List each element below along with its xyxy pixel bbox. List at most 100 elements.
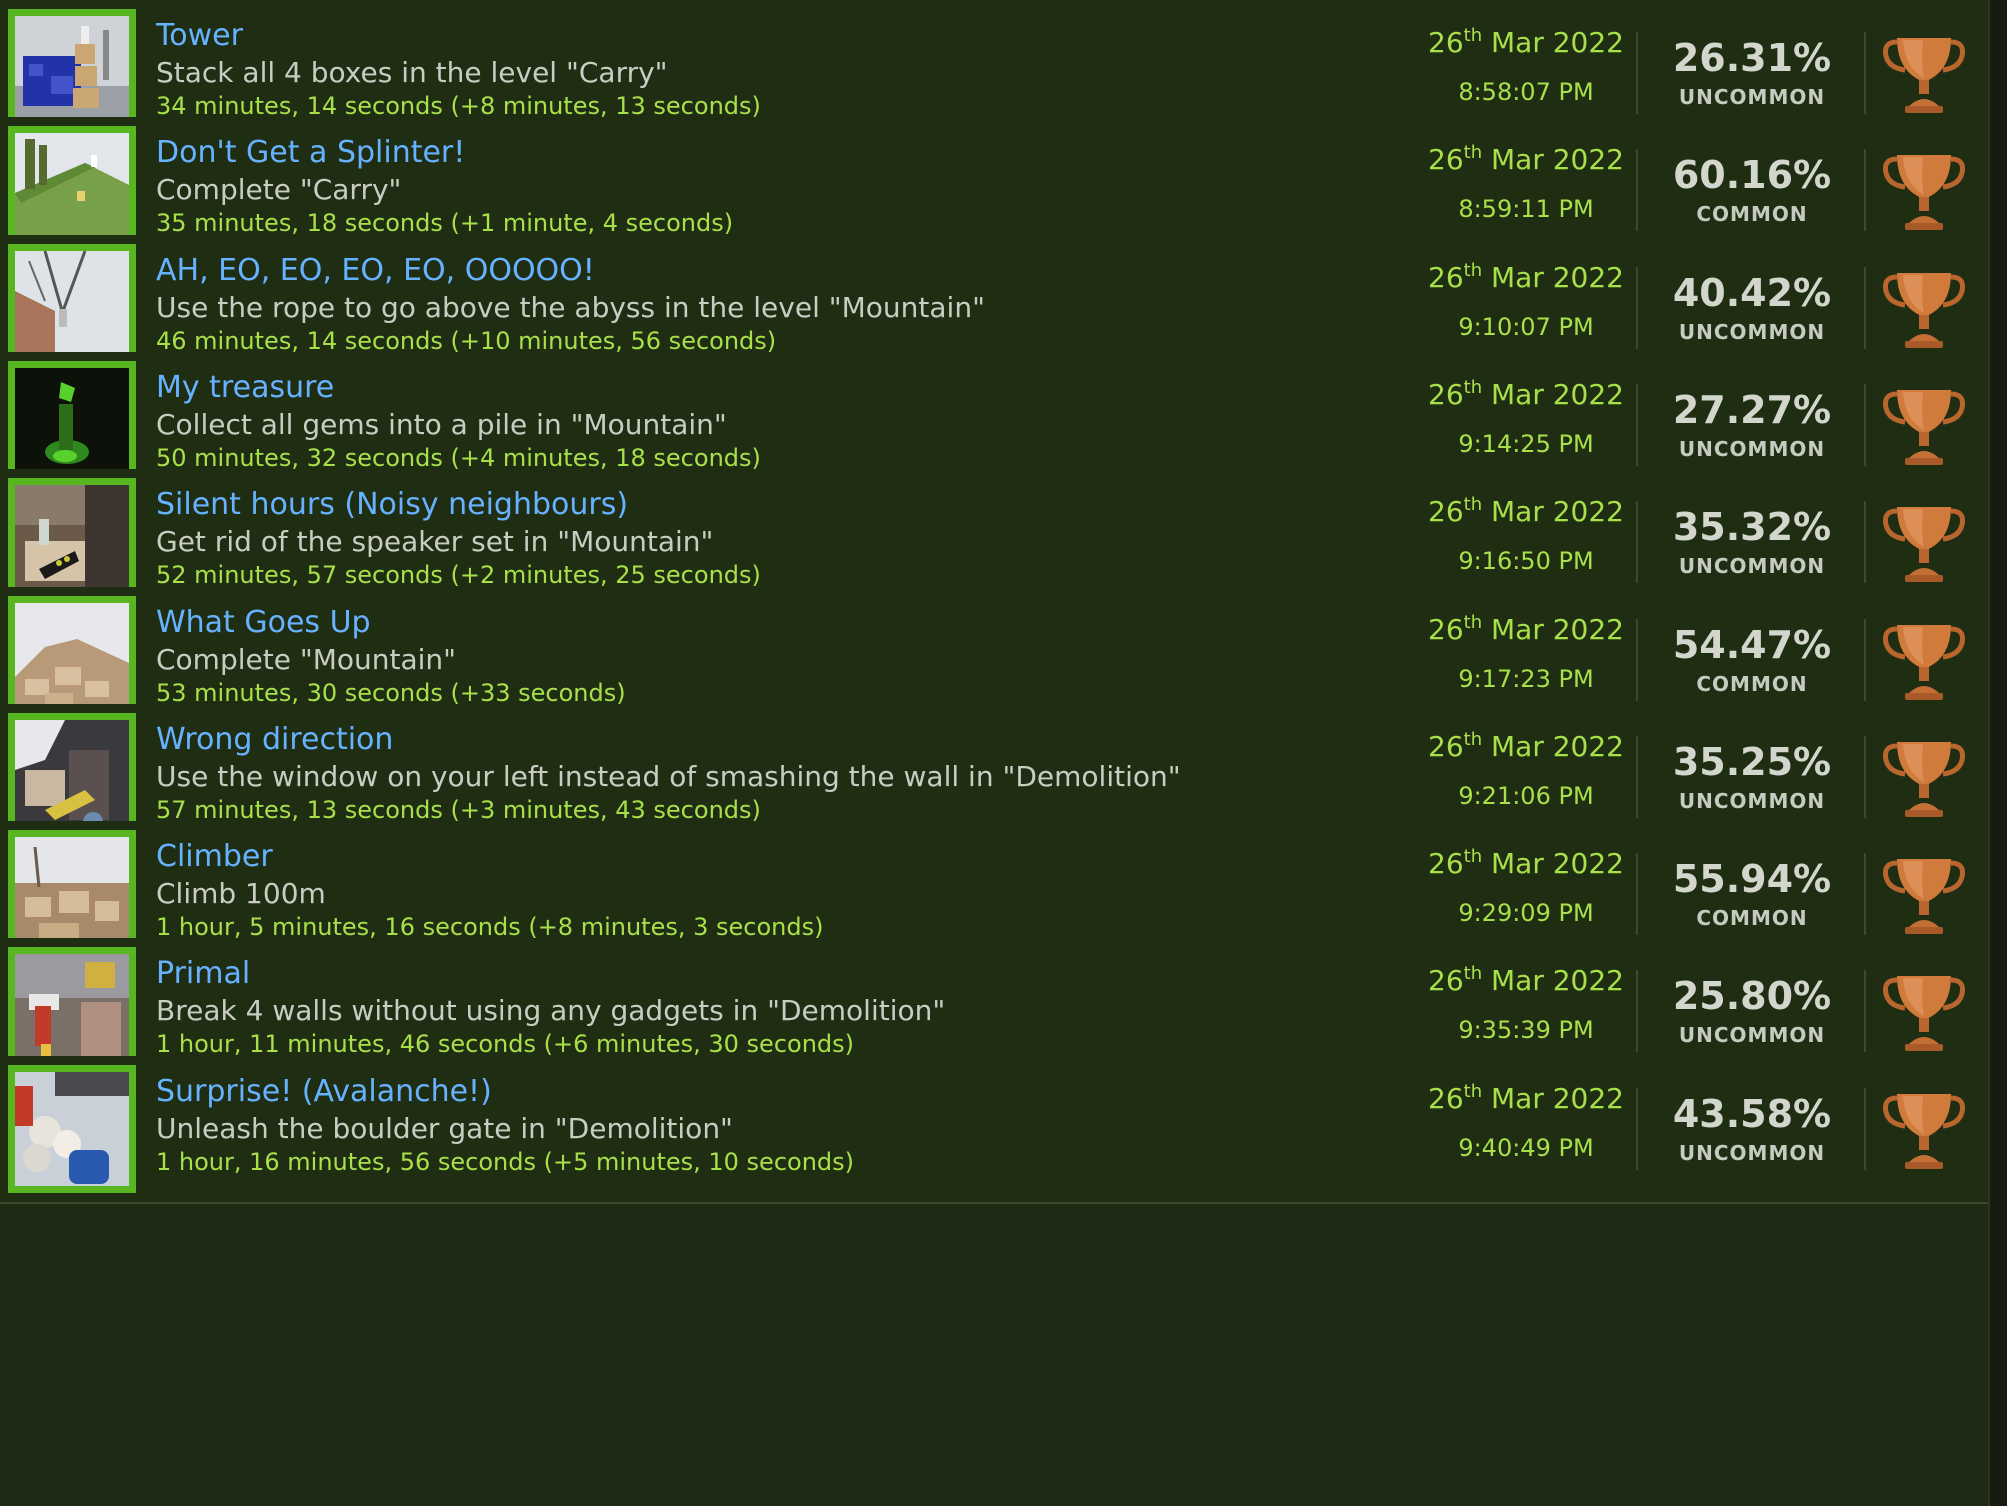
unlock-month-year: Mar 2022 xyxy=(1482,1082,1624,1115)
rarity-label: UNCOMMON xyxy=(1678,1023,1826,1047)
unlock-month-year: Mar 2022 xyxy=(1482,613,1624,646)
achievement-description: Climb 100m xyxy=(156,877,326,910)
unlock-day: 26 xyxy=(1428,143,1464,176)
achievement-list: Tower Stack all 4 boxes in the level "Car… xyxy=(0,0,1988,1506)
achievement-title[interactable]: Climber xyxy=(156,839,273,874)
divider xyxy=(1636,970,1638,1052)
achievement-description: Unleash the boulder gate in "Demolition" xyxy=(156,1112,733,1145)
achievement-title[interactable]: Silent hours (Noisy neighbours) xyxy=(156,487,628,522)
divider xyxy=(1864,149,1866,231)
unlock-date: 26th Mar 2022 xyxy=(1408,1082,1644,1115)
achievement-playtime: 1 hour, 5 minutes, 16 seconds (+8 minute… xyxy=(156,913,824,941)
unlock-time: 9:17:23 PM xyxy=(1458,665,1594,693)
unlock-day: 26 xyxy=(1428,847,1464,880)
divider xyxy=(1864,32,1866,114)
divider xyxy=(1864,1088,1866,1170)
bronze-trophy-icon xyxy=(1883,38,1965,113)
unlock-date: 26th Mar 2022 xyxy=(1408,847,1644,880)
achievement-title[interactable]: AH, EO, EO, EO, EO, OOOOO! xyxy=(156,253,595,288)
achievement-row[interactable]: Surprise! (Avalanche!) Unleash the boulde… xyxy=(0,1056,1988,1204)
unlock-date: 26th Mar 2022 xyxy=(1408,261,1644,294)
achievement-title[interactable]: Wrong direction xyxy=(156,722,393,757)
unlock-date: 26th Mar 2022 xyxy=(1408,495,1644,528)
unlock-day: 26 xyxy=(1428,964,1464,997)
divider xyxy=(1636,149,1638,231)
achievement-description: Use the window on your left instead of s… xyxy=(156,760,1181,793)
unlock-day: 26 xyxy=(1428,613,1464,646)
bronze-trophy-icon xyxy=(1883,390,1965,465)
divider xyxy=(1864,970,1866,1052)
achievement-playtime: 57 minutes, 13 seconds (+3 minutes, 43 s… xyxy=(156,796,761,824)
unlock-month-year: Mar 2022 xyxy=(1482,261,1624,294)
unlock-date: 26th Mar 2022 xyxy=(1408,730,1644,763)
divider xyxy=(1864,267,1866,349)
rarity-label: UNCOMMON xyxy=(1678,554,1826,578)
unlock-day-suffix: th xyxy=(1463,612,1483,633)
unlock-day-suffix: th xyxy=(1463,729,1483,750)
bronze-trophy-icon xyxy=(1883,1094,1965,1169)
bronze-trophy-icon xyxy=(1883,742,1965,817)
unlock-time: 9:29:09 PM xyxy=(1458,899,1594,927)
unlock-day-suffix: th xyxy=(1463,25,1483,46)
achievement-description: Get rid of the speaker set in "Mountain" xyxy=(156,525,714,558)
achievement-description: Stack all 4 boxes in the level "Carry" xyxy=(156,56,668,89)
divider xyxy=(1636,853,1638,935)
unlock-date: 26th Mar 2022 xyxy=(1408,143,1644,176)
unlock-date: 26th Mar 2022 xyxy=(1408,26,1644,59)
achievement-playtime: 1 hour, 11 minutes, 46 seconds (+6 minut… xyxy=(156,1030,855,1058)
unlock-time: 9:35:39 PM xyxy=(1458,1016,1594,1044)
rarity-label: UNCOMMON xyxy=(1678,437,1826,461)
unlock-date: 26th Mar 2022 xyxy=(1408,964,1644,997)
unlock-month-year: Mar 2022 xyxy=(1482,730,1624,763)
divider xyxy=(1864,619,1866,701)
achievement-playtime: 46 minutes, 14 seconds (+10 minutes, 56 … xyxy=(156,327,777,355)
rarity-label: UNCOMMON xyxy=(1678,1141,1826,1165)
unlock-day-suffix: th xyxy=(1463,963,1483,984)
divider xyxy=(1636,736,1638,818)
divider xyxy=(1864,736,1866,818)
unlock-month-year: Mar 2022 xyxy=(1482,143,1624,176)
rarity-label: UNCOMMON xyxy=(1678,85,1826,109)
unlock-time: 9:16:50 PM xyxy=(1458,547,1594,575)
unlock-day-suffix: th xyxy=(1463,142,1483,163)
achievement-playtime: 34 minutes, 14 seconds (+8 minutes, 13 s… xyxy=(156,92,761,120)
unlock-month-year: Mar 2022 xyxy=(1482,847,1624,880)
unlock-percentage: 26.31% xyxy=(1672,36,1832,80)
achievement-title[interactable]: What Goes Up xyxy=(156,605,371,640)
bronze-trophy-icon xyxy=(1883,625,1965,700)
unlock-percentage: 35.32% xyxy=(1672,505,1832,549)
rarity-label: UNCOMMON xyxy=(1678,320,1826,344)
unlock-day: 26 xyxy=(1428,378,1464,411)
achievement-description: Complete "Mountain" xyxy=(156,643,457,676)
unlock-day-suffix: th xyxy=(1463,846,1483,867)
unlock-percentage: 27.27% xyxy=(1672,388,1832,432)
unlock-percentage: 55.94% xyxy=(1672,857,1832,901)
unlock-percentage: 54.47% xyxy=(1672,623,1832,667)
divider xyxy=(1636,267,1638,349)
divider xyxy=(1864,501,1866,583)
unlock-day-suffix: th xyxy=(1463,377,1483,398)
achievement-thumbnail xyxy=(8,1065,136,1193)
achievement-title[interactable]: Tower xyxy=(156,18,243,53)
achievement-playtime: 53 minutes, 30 seconds (+33 seconds) xyxy=(156,679,626,707)
bronze-trophy-icon xyxy=(1883,859,1965,934)
unlock-percentage: 43.58% xyxy=(1672,1092,1832,1136)
achievement-title[interactable]: Primal xyxy=(156,956,250,991)
divider xyxy=(1636,32,1638,114)
achievement-description: Use the rope to go above the abyss in th… xyxy=(156,291,985,324)
achievement-title[interactable]: Surprise! (Avalanche!) xyxy=(156,1074,492,1109)
unlock-month-year: Mar 2022 xyxy=(1482,495,1624,528)
unlock-percentage: 35.25% xyxy=(1672,740,1832,784)
unlock-time: 8:59:11 PM xyxy=(1458,195,1594,223)
unlock-day-suffix: th xyxy=(1463,494,1483,515)
divider xyxy=(1636,384,1638,466)
rarity-label: COMMON xyxy=(1696,906,1808,930)
achievement-title[interactable]: My treasure xyxy=(156,370,334,405)
unlock-percentage: 40.42% xyxy=(1672,271,1832,315)
bronze-trophy-icon xyxy=(1883,507,1965,582)
rarity-label: COMMON xyxy=(1696,202,1808,226)
unlock-date: 26th Mar 2022 xyxy=(1408,378,1644,411)
scrollbar[interactable] xyxy=(1988,0,2007,1506)
unlock-percentage: 60.16% xyxy=(1672,153,1832,197)
achievement-title[interactable]: Don't Get a Splinter! xyxy=(156,135,465,170)
